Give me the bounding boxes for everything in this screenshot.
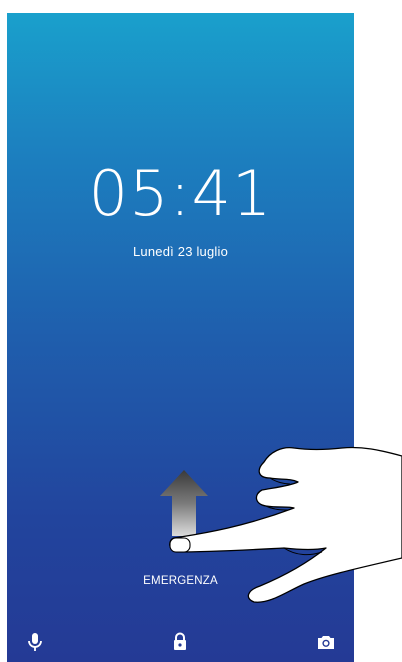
lockscreen[interactable]: 05:41 Lunedì 23 luglio EMERGENZA — [7, 13, 354, 662]
lock-icon[interactable] — [168, 630, 192, 654]
swipe-up-arrow-icon — [160, 470, 208, 536]
microphone-icon[interactable] — [23, 630, 47, 654]
lockscreen-date: Lunedì 23 luglio — [133, 244, 228, 259]
camera-icon[interactable] — [314, 630, 338, 654]
page: 05:41 Lunedì 23 luglio EMERGENZA — [0, 0, 402, 662]
lockscreen-clock: 05:41 — [88, 157, 273, 230]
emergency-call-button[interactable]: EMERGENZA — [7, 575, 354, 587]
